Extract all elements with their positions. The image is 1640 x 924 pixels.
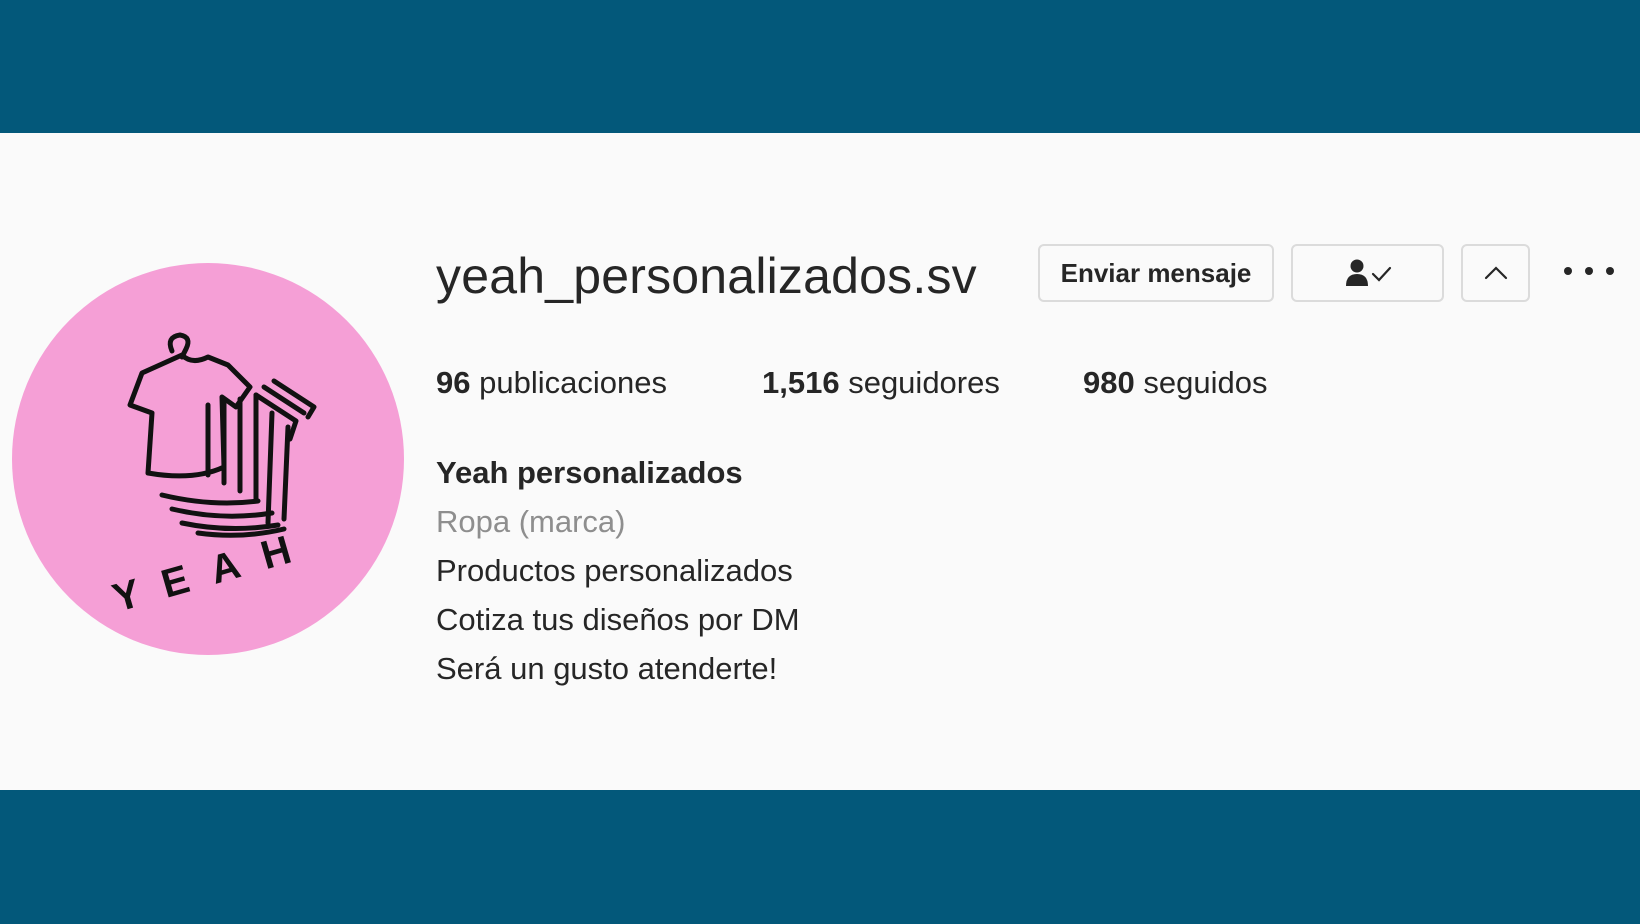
following-button[interactable] [1291,244,1444,302]
top-banner [0,0,1640,133]
followers-count: 1,516 [762,365,840,400]
bio-line: Productos personalizados [436,553,793,588]
suggested-accounts-button[interactable] [1461,244,1530,302]
followers-label: seguidores [848,365,1000,400]
followers-stat[interactable]: 1,516 seguidores [762,365,1000,401]
profile-username: yeah_personalizados.sv [436,248,977,304]
more-options-button[interactable] [1564,251,1614,291]
posts-label: publicaciones [479,365,667,400]
chevron-up-icon [1484,266,1507,280]
following-stat[interactable]: 980 seguidos [1083,365,1267,401]
profile-header: YEAH yeah_personalizados.sv Enviar mensa… [0,133,1640,790]
posts-stat[interactable]: 96 publicaciones [436,365,667,401]
send-message-button[interactable]: Enviar mensaje [1038,244,1274,302]
more-dot [1585,267,1593,275]
following-label: seguidos [1143,365,1268,400]
more-dots-icon [1564,267,1572,275]
posts-count: 96 [436,365,471,400]
profile-avatar[interactable]: YEAH [12,263,404,655]
profile-full-name: Yeah personalizados [436,455,743,490]
bio-line: Será un gusto atenderte! [436,651,778,686]
send-message-label: Enviar mensaje [1060,257,1252,288]
profile-bio: Yeah personalizados Ropa (marca) Product… [436,448,800,693]
bottom-banner [0,790,1640,924]
more-dot [1606,267,1614,275]
profile-category: Ropa (marca) [436,504,626,539]
avatar-brand-text: YEAH [107,521,320,621]
bio-line: Cotiza tus diseños por DM [436,602,800,637]
person-check-icon [1345,259,1391,286]
following-count: 980 [1083,365,1135,400]
